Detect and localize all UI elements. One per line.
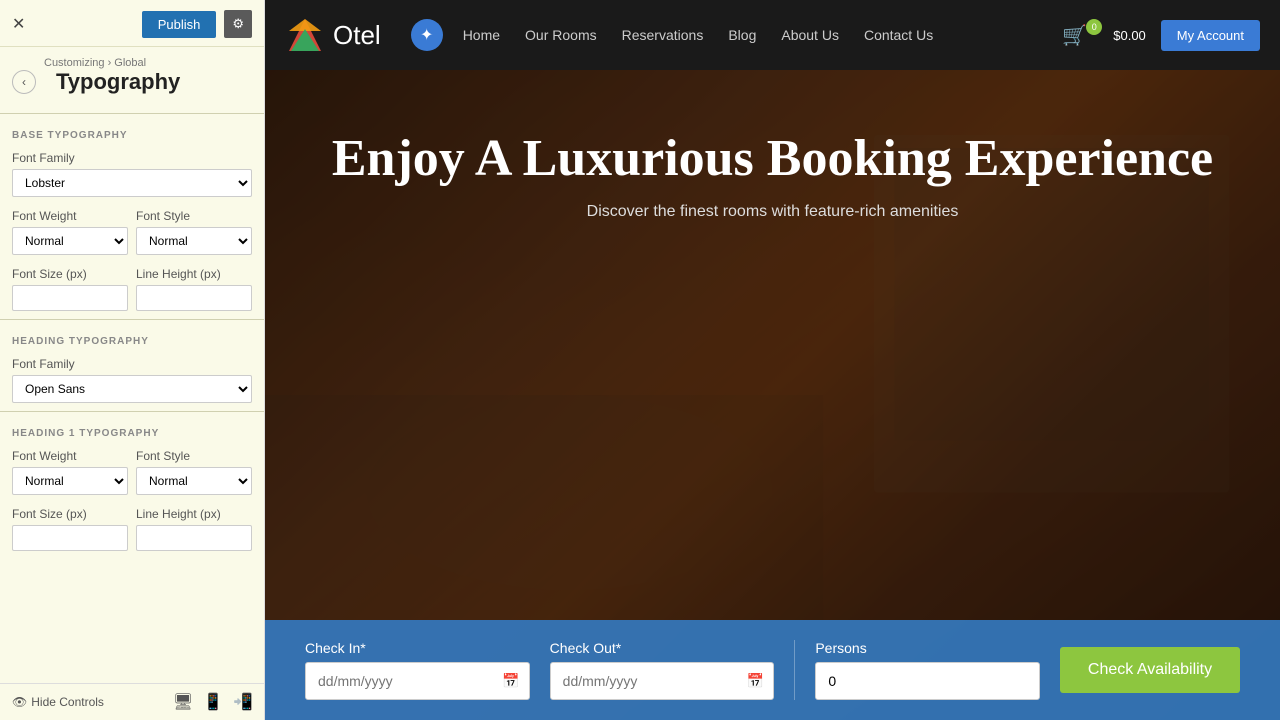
desktop-icon[interactable]: 🖥 [173, 692, 193, 712]
nav-rooms[interactable]: Our Rooms [525, 27, 597, 43]
persons-select[interactable]: 0 1 2 3 4 [815, 662, 1040, 700]
nav-about[interactable]: About Us [781, 27, 839, 43]
h1-size-height-group: Font Size (px) 10 Line Height (px) 48 [0, 503, 264, 559]
nav-right: 🛒 0 $0.00 My Account [1062, 20, 1260, 51]
top-navigation: Otel ✦ Home Our Rooms Reservations Blog … [265, 0, 1280, 70]
nav-blog[interactable]: Blog [728, 27, 756, 43]
h1-font-size-col: Font Size (px) 10 [12, 507, 128, 551]
booking-bar: Check In* 📅 Check Out* 📅 Persons 0 [265, 620, 1280, 720]
base-font-style-col: Font Style Normal Italic [136, 209, 252, 255]
main-content: Otel ✦ Home Our Rooms Reservations Blog … [265, 0, 1280, 720]
persons-select-wrap: 0 1 2 3 4 [815, 662, 1040, 700]
base-font-family-select[interactable]: Lobster Open Sans Roboto Lato [12, 169, 252, 197]
settings-button[interactable]: ⚙ [224, 10, 252, 38]
checkin-label: Check In* [305, 640, 530, 656]
bottom-bar: 👁 Hide Controls 🖥 📱 📲 [0, 683, 265, 720]
mobile-icon[interactable]: 📲 [233, 692, 253, 712]
cart-icon: 🛒 [1062, 23, 1087, 48]
close-button[interactable]: ✕ [12, 14, 25, 34]
checkout-label: Check Out* [550, 640, 775, 656]
base-font-size-input[interactable]: 16 [12, 285, 128, 311]
customizer-panel: ✕ Publish ⚙ ‹ Customizing › Global Typog… [0, 0, 265, 720]
hero-subtitle: Discover the finest rooms with feature-r… [305, 203, 1240, 221]
base-line-height-input[interactable]: 20 [136, 285, 252, 311]
logo-icon [285, 15, 325, 55]
checkout-field: Check Out* 📅 [550, 640, 775, 700]
divider [0, 113, 264, 114]
compass-icon[interactable]: ✦ [411, 19, 443, 51]
logo-text: Otel [333, 20, 381, 51]
h1-font-style-label: Font Style [136, 449, 252, 463]
nav-links: Home Our Rooms Reservations Blog About U… [463, 27, 1063, 43]
hero-content: Enjoy A Luxurious Booking Experience Dis… [265, 70, 1280, 221]
base-weight-style-group: Font Weight Normal Bold 400 700 Font Sty… [0, 205, 264, 263]
hero-title: Enjoy A Luxurious Booking Experience [305, 130, 1240, 187]
checkin-input-wrap: 📅 [305, 662, 530, 700]
persons-field: Persons 0 1 2 3 4 [815, 640, 1040, 700]
base-font-family-label: Font Family [12, 151, 252, 165]
h1-font-style-select[interactable]: Normal Italic [136, 467, 252, 495]
h1-font-weight-select[interactable]: Normal Bold 700 [12, 467, 128, 495]
page-title: Typography [44, 69, 192, 107]
h1-weight-style-group: Font Weight Normal Bold 700 Font Style N… [0, 445, 264, 503]
hide-controls-label: Hide Controls [31, 695, 104, 709]
base-line-height-col: Line Height (px) 20 [136, 267, 252, 311]
heading-font-family-select[interactable]: Open Sans Lobster Roboto [12, 375, 252, 403]
checkin-input[interactable] [305, 662, 530, 700]
base-font-family-group: Font Family Lobster Open Sans Roboto Lat… [0, 147, 264, 205]
my-account-button[interactable]: My Account [1161, 20, 1260, 51]
calendar-icon-2: 📅 [747, 673, 764, 690]
hide-controls-button[interactable]: 👁 Hide Controls [12, 695, 104, 709]
checkout-input[interactable] [550, 662, 775, 700]
persons-label: Persons [815, 640, 1040, 656]
h1-font-size-input[interactable]: 10 [12, 525, 128, 551]
h1-font-size-label: Font Size (px) [12, 507, 128, 521]
divider-2 [0, 319, 264, 320]
checkin-field: Check In* 📅 [305, 640, 530, 700]
nav-home[interactable]: Home [463, 27, 500, 43]
h1-font-weight-label: Font Weight [12, 449, 128, 463]
hero-section: Enjoy A Luxurious Booking Experience Dis… [265, 70, 1280, 720]
device-icons: 🖥 📱 📲 [173, 692, 253, 712]
base-font-style-select[interactable]: Normal Italic [136, 227, 252, 255]
base-size-height-group: Font Size (px) 16 Line Height (px) 20 [0, 263, 264, 319]
h1-line-height-label: Line Height (px) [136, 507, 252, 521]
h1-line-height-col: Line Height (px) 48 [136, 507, 252, 551]
base-font-weight-label: Font Weight [12, 209, 128, 223]
tablet-icon[interactable]: 📱 [203, 692, 223, 712]
check-availability-button[interactable]: Check Availability [1060, 647, 1240, 693]
back-button[interactable]: ‹ [12, 70, 36, 94]
breadcrumb: Customizing › Global [44, 57, 192, 69]
cart-price: $0.00 [1113, 28, 1146, 43]
panel-header: ✕ Publish ⚙ [0, 0, 264, 47]
calendar-icon: 📅 [502, 673, 519, 690]
eye-icon: 👁 [12, 695, 27, 709]
base-font-weight-col: Font Weight Normal Bold 400 700 [12, 209, 128, 255]
booking-divider [794, 640, 795, 700]
heading-font-family-group: Font Family Open Sans Lobster Roboto [0, 353, 264, 411]
base-font-size-label: Font Size (px) [12, 267, 128, 281]
nav-reservations[interactable]: Reservations [622, 27, 704, 43]
heading-font-family-label: Font Family [12, 357, 252, 371]
cart-badge: 0 [1086, 19, 1102, 35]
base-font-size-col: Font Size (px) 16 [12, 267, 128, 311]
cart-area[interactable]: 🛒 0 $0.00 [1062, 23, 1145, 48]
nav-contact[interactable]: Contact Us [864, 27, 933, 43]
base-typography-label: BASE TYPOGRAPHY [0, 122, 264, 147]
base-line-height-label: Line Height (px) [136, 267, 252, 281]
h1-line-height-input[interactable]: 48 [136, 525, 252, 551]
breadcrumb-area: ‹ Customizing › Global Typography [0, 47, 264, 113]
base-font-style-label: Font Style [136, 209, 252, 223]
publish-button[interactable]: Publish [142, 11, 217, 38]
h1-font-weight-col: Font Weight Normal Bold 700 [12, 449, 128, 495]
heading-typography-label: HEADING TYPOGRAPHY [0, 328, 264, 353]
logo-area: Otel [285, 15, 381, 55]
divider-3 [0, 411, 264, 412]
checkout-input-wrap: 📅 [550, 662, 775, 700]
h1-font-style-col: Font Style Normal Italic [136, 449, 252, 495]
base-font-weight-select[interactable]: Normal Bold 400 700 [12, 227, 128, 255]
heading1-typography-label: HEADING 1 TYPOGRAPHY [0, 420, 264, 445]
